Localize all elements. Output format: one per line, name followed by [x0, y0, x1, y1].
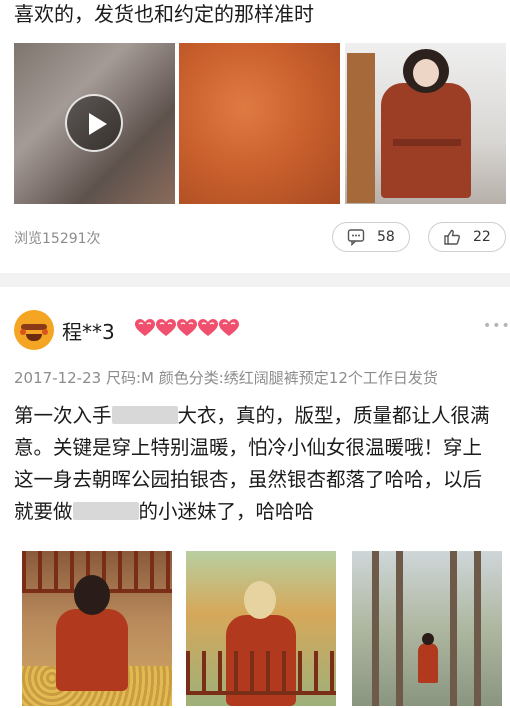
outfit-photo[interactable] [345, 43, 506, 204]
heart-icon [135, 319, 155, 336]
more-options-icon[interactable]: ••• [483, 318, 510, 334]
username[interactable]: 程**3 [62, 316, 115, 345]
review-text: 喜欢的，发货也和约定的那样准时 [14, 2, 314, 26]
review-size: 尺码:M [105, 369, 154, 387]
review-photo[interactable] [22, 551, 172, 706]
section-divider [0, 273, 510, 287]
view-count: 浏览15291次 [14, 231, 101, 247]
redacted-brand [111, 406, 178, 424]
heart-icon [219, 319, 239, 336]
comment-count: 58 [377, 229, 395, 245]
like-button[interactable]: 22 [428, 222, 506, 252]
play-icon[interactable] [65, 94, 123, 152]
review-body-part3: 的小迷妹了，哈哈哈 [138, 500, 315, 523]
redacted-brand [72, 502, 139, 520]
heart-icon [177, 319, 197, 336]
review-meta: 2017-12-23 尺码:M 颜色分类:绣红阔腿裤预定12个工作日发货 [14, 367, 438, 388]
heart-icon [156, 319, 176, 336]
comment-icon [347, 229, 365, 246]
video-thumbnail[interactable] [14, 43, 175, 204]
review-photo[interactable] [186, 551, 336, 706]
review-photo[interactable] [352, 551, 502, 706]
review-color-spec: 颜色分类:绣红阔腿裤预定12个工作日发货 [158, 369, 438, 387]
review-date: 2017-12-23 [14, 369, 102, 387]
comment-button[interactable]: 58 [332, 222, 410, 252]
fabric-photo[interactable] [179, 43, 340, 204]
review-body: 第一次入手 大衣，真的，版型，质量都让人很满意。关键是穿上特别温暖，怕冷小仙女很温… [14, 400, 500, 528]
buyer-rank-hearts [135, 319, 240, 337]
review-media-row [14, 43, 506, 204]
thumbs-up-icon [444, 229, 460, 245]
like-count: 22 [473, 229, 491, 245]
review-body-part1: 第一次入手 [14, 404, 112, 427]
avatar[interactable] [14, 310, 54, 350]
heart-icon [198, 319, 218, 336]
